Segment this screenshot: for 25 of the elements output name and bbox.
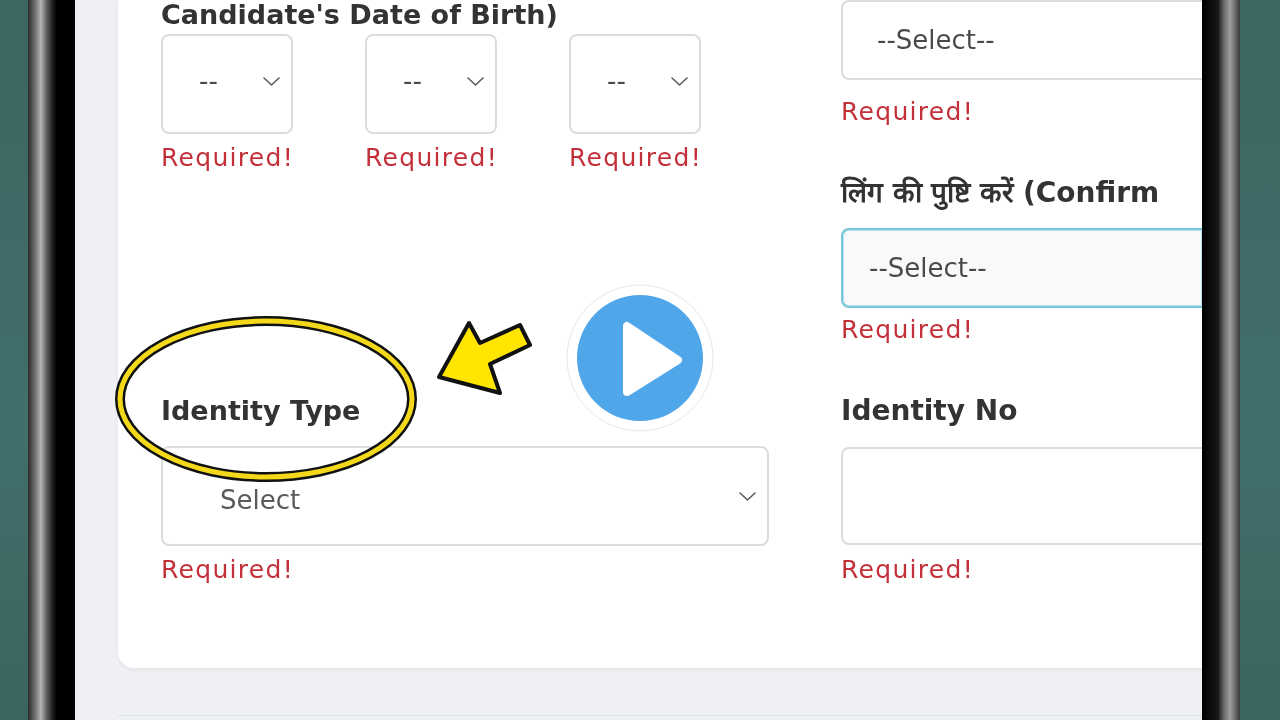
chevron-down-icon (467, 76, 484, 86)
play-button[interactable] (566, 284, 714, 432)
date-dropdown[interactable]: -- (569, 34, 701, 134)
text-field[interactable] (841, 447, 1202, 545)
error-message: Required! (161, 143, 294, 173)
chevron-down-icon (263, 76, 280, 86)
dropdown[interactable]: --Select-- (841, 228, 1202, 308)
error-message: Required! (841, 315, 975, 345)
field-label: Identity No (841, 396, 1019, 426)
date-dropdown[interactable]: -- (161, 34, 293, 134)
error-message: Required! (161, 555, 295, 585)
error-message: Required! (569, 143, 702, 173)
chevron-down-icon (671, 76, 688, 86)
field-label: Candidate's Date of Birth) (161, 0, 559, 30)
dropdown[interactable]: Select (161, 446, 769, 546)
field-label: लिंग की पुष्टि करें (Confirm (841, 178, 1161, 208)
date-dropdown[interactable]: -- (365, 34, 497, 134)
error-message: Required! (841, 97, 975, 127)
chevron-down-icon (739, 491, 756, 501)
field-label: Identity Type (161, 396, 362, 426)
error-message: Required! (365, 143, 498, 173)
play-icon (623, 322, 682, 396)
arrow-icon (435, 319, 535, 397)
dropdown[interactable]: --Select-- (841, 0, 1202, 80)
error-message: Required! (841, 555, 975, 585)
